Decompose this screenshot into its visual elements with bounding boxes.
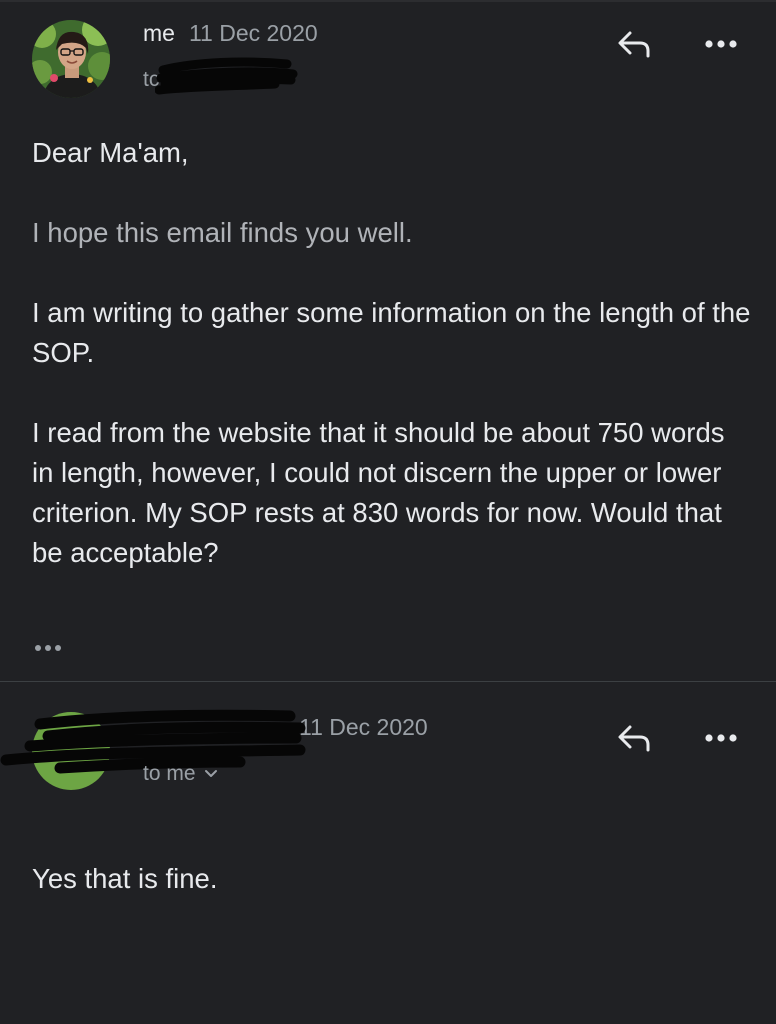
sender-line: me 11 Dec 2020 [143, 20, 318, 47]
sender-line: 11 Dec 2020 [143, 714, 428, 741]
recipient-line[interactable]: to me [143, 762, 218, 786]
chevron-down-icon [204, 770, 217, 778]
sender-name: me [143, 20, 175, 46]
email-thread-screen: me 11 Dec 2020 tc Dear Ma'am, I hope this… [0, 0, 776, 1024]
more-horizontal-icon [705, 40, 737, 48]
redaction-mark [155, 57, 298, 95]
message-body: Yes that is fine. [32, 859, 752, 899]
recipient-prefix: tc [143, 68, 160, 91]
sent-date: 11 Dec 2020 [299, 714, 428, 740]
avatar[interactable] [32, 20, 110, 98]
more-options-button[interactable] [697, 718, 745, 758]
message-body: Dear Ma'am, I hope this email finds you … [32, 133, 752, 573]
show-trimmed-content-button[interactable] [28, 636, 76, 660]
more-horizontal-icon [705, 734, 737, 742]
reply-icon [618, 725, 650, 752]
reply-button[interactable] [610, 24, 658, 64]
message-2: 11 Dec 2020 to me Yes that is fine. [0, 682, 776, 1024]
body-paragraph: I read from the website that it should b… [32, 417, 725, 568]
reply-button[interactable] [610, 718, 658, 758]
profile-photo [32, 20, 110, 98]
sent-date: 11 Dec 2020 [188, 20, 318, 46]
body-paragraph: Dear Ma'am, [32, 137, 189, 168]
reply-icon [618, 31, 650, 58]
body-paragraph: Yes that is fine. [32, 863, 218, 894]
message-1: me 11 Dec 2020 tc Dear Ma'am, I hope this… [0, 0, 776, 681]
more-options-button[interactable] [697, 24, 745, 64]
recipient-line[interactable]: tc [143, 68, 159, 92]
body-paragraph: I am writing to gather some information … [32, 297, 751, 368]
recipient-label: to me [143, 762, 196, 785]
body-paragraph: I hope this email finds you well. [32, 217, 413, 248]
avatar[interactable] [32, 712, 110, 790]
more-horizontal-icon [35, 645, 61, 651]
